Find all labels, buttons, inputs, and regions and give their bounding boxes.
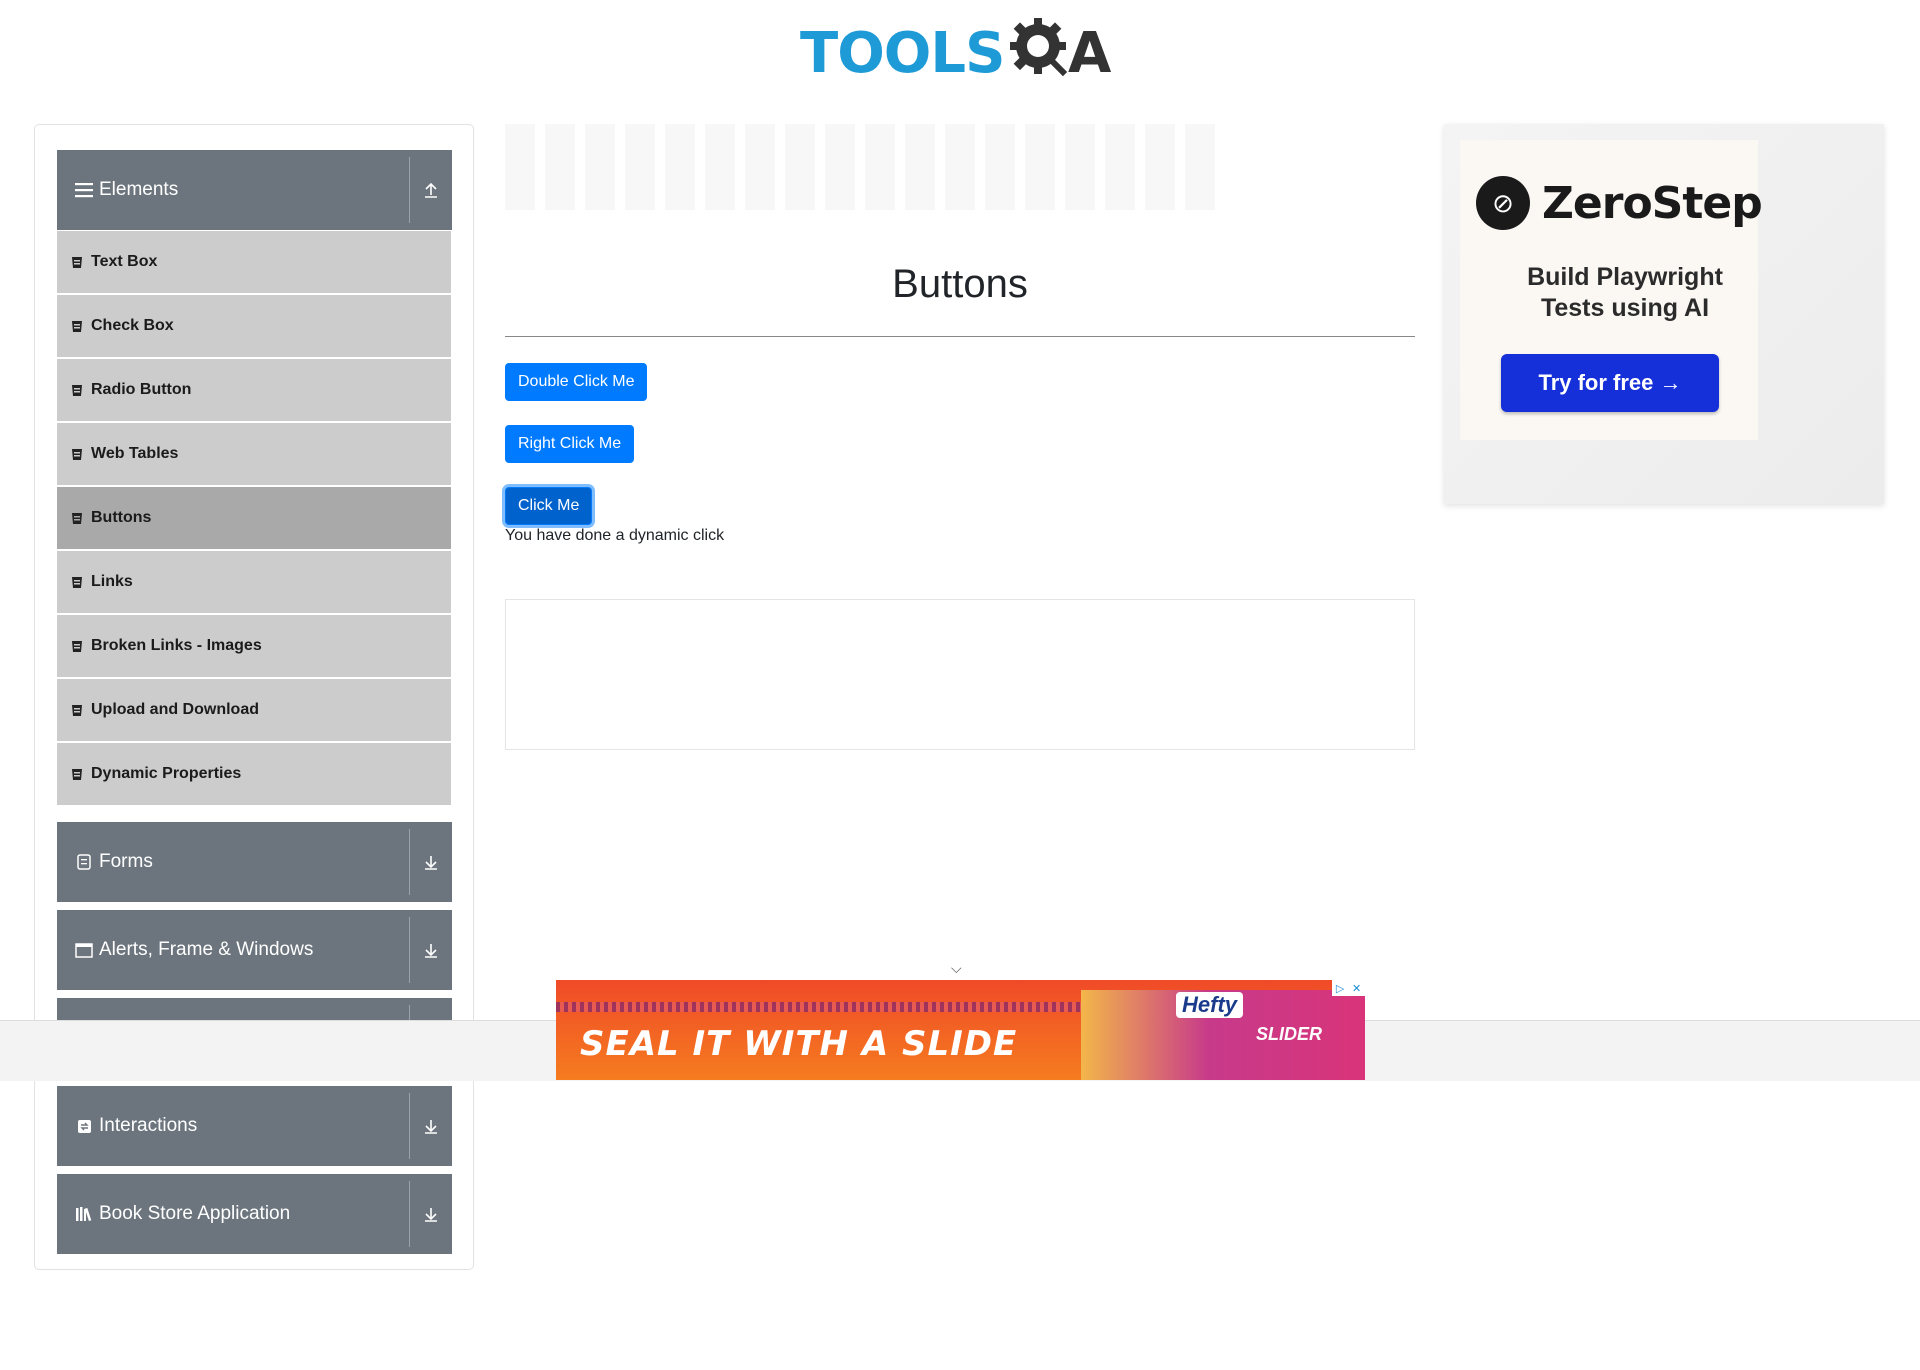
- toolsqa-logo[interactable]: TOOLS A: [800, 14, 1125, 94]
- ad-brand: ZeroStep: [1542, 178, 1763, 229]
- zerostep-ad[interactable]: ⊘ ZeroStep Build Playwright Tests using …: [1444, 124, 1884, 504]
- sidebar-item-upload-download[interactable]: Upload and Download: [57, 679, 451, 741]
- item-icon: [71, 384, 85, 397]
- ad-placeholder-box: [505, 599, 1415, 750]
- collapse-up-icon[interactable]: [410, 181, 452, 199]
- ad-tagline: Build Playwright Tests using AI: [1460, 262, 1790, 324]
- left-panel: Elements Text Box Check Box Radio Button…: [34, 124, 474, 1270]
- sidebar-item-label: Dynamic Properties: [91, 765, 242, 782]
- title-divider: [505, 336, 1415, 337]
- item-icon: [71, 640, 85, 653]
- item-icon: [71, 704, 85, 717]
- group-interactions[interactable]: Interactions: [57, 1086, 452, 1166]
- group-label: Forms: [99, 851, 153, 872]
- hefty-ad-banner[interactable]: SEAL IT WITH A SLIDE Hefty SLIDER ▷ ✕: [556, 980, 1365, 1080]
- item-icon: [71, 512, 85, 525]
- group-label: Alerts, Frame & Windows: [99, 939, 314, 960]
- logo-wordmark: TOOLS: [800, 21, 1005, 86]
- sidebar-item-label: Web Tables: [91, 445, 179, 462]
- group-label: Interactions: [99, 1115, 198, 1136]
- page-title: Buttons: [892, 262, 1028, 306]
- item-icon: [71, 576, 85, 589]
- window-icon: [71, 942, 97, 958]
- sidebar-item-web-tables[interactable]: Web Tables: [57, 423, 451, 485]
- group-book-store[interactable]: Book Store Application: [57, 1174, 452, 1254]
- ad-brand-logo: Hefty: [1176, 992, 1244, 1018]
- ad-slogan: SEAL IT WITH A SLIDE: [580, 1024, 1018, 1064]
- group-elements[interactable]: Elements: [57, 150, 452, 230]
- ad-choices-icon[interactable]: ▷ ✕: [1332, 980, 1365, 996]
- ad-tagline-line2: Tests using AI: [1540, 294, 1710, 322]
- books-icon: [71, 1206, 97, 1222]
- sidebar-item-label: Links: [91, 573, 133, 590]
- chevron-down-icon[interactable]: ⌵: [951, 960, 962, 977]
- gear-magnifier-icon: [1010, 18, 1068, 77]
- sidebar-item-label: Text Box: [91, 253, 158, 270]
- sidebar-item-label: Radio Button: [91, 381, 192, 398]
- expand-down-icon[interactable]: [410, 1205, 452, 1223]
- sidebar-item-label: Check Box: [91, 317, 174, 334]
- try-for-free-button[interactable]: Try for free →: [1501, 354, 1719, 412]
- item-icon: [71, 256, 85, 269]
- expand-down-icon[interactable]: [410, 941, 452, 959]
- ad-tagline-line1: Build Playwright: [1527, 263, 1723, 291]
- sidebar-item-broken-links[interactable]: Broken Links - Images: [57, 615, 451, 677]
- hamburger-icon: [71, 182, 97, 198]
- expand-down-icon[interactable]: [410, 1117, 452, 1135]
- sidebar-item-radio-button[interactable]: Radio Button: [57, 359, 451, 421]
- sidebar-item-links[interactable]: Links: [57, 551, 451, 613]
- zerostep-logo-icon: ⊘: [1476, 176, 1530, 230]
- double-click-button[interactable]: Double Click Me: [505, 363, 648, 401]
- form-icon: [71, 854, 97, 870]
- item-icon: [71, 768, 85, 781]
- sidebar-item-label: Broken Links - Images: [91, 637, 262, 654]
- group-forms[interactable]: Forms: [57, 822, 452, 902]
- item-icon: [71, 320, 85, 333]
- logo-suffix: A: [1068, 21, 1112, 86]
- faded-banner-ad: [505, 124, 1225, 210]
- sidebar-item-dynamic-properties[interactable]: Dynamic Properties: [57, 743, 451, 805]
- expand-down-icon[interactable]: [410, 853, 452, 871]
- sidebar-item-buttons[interactable]: Buttons: [57, 487, 451, 549]
- sidebar-item-label: Buttons: [91, 509, 152, 526]
- sidebar-item-label: Upload and Download: [91, 701, 259, 718]
- dynamic-click-message: You have done a dynamic click: [505, 527, 725, 544]
- sidebar-item-check-box[interactable]: Check Box: [57, 295, 451, 357]
- right-click-button[interactable]: Right Click Me: [505, 425, 635, 463]
- ad-product-name: SLIDER: [1256, 1024, 1323, 1044]
- sidebar-item-text-box[interactable]: Text Box: [57, 231, 451, 293]
- group-label: Book Store Application: [99, 1203, 291, 1224]
- item-icon: [71, 448, 85, 461]
- click-me-button[interactable]: Click Me: [505, 487, 593, 525]
- interactions-icon: [71, 1119, 97, 1134]
- group-label: Elements: [99, 179, 179, 200]
- group-alerts-frame-windows[interactable]: Alerts, Frame & Windows: [57, 910, 452, 990]
